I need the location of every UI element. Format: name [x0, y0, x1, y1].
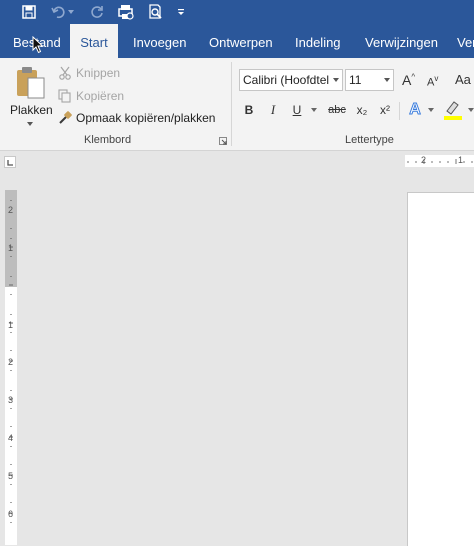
- superscript-button[interactable]: x²: [376, 100, 394, 120]
- format-painter-icon: [59, 111, 72, 124]
- font-separator: [399, 102, 400, 120]
- left-tab-icon: [7, 160, 13, 166]
- font-size-value: 11: [349, 73, 362, 87]
- group-separator: [231, 62, 232, 146]
- tab-verzendlijsten[interactable]: Ver: [457, 24, 474, 58]
- vruler-label: 2: [8, 205, 14, 215]
- italic-button[interactable]: I: [265, 100, 281, 120]
- font-name-combo[interactable]: Calibri (Hoofdtel: [239, 69, 343, 91]
- redo-icon[interactable]: [86, 2, 108, 22]
- copy-icon: [58, 89, 71, 103]
- highlight-dropdown-icon[interactable]: [468, 108, 474, 112]
- font-name-dropdown-icon[interactable]: [333, 78, 339, 82]
- font-size-dropdown-icon[interactable]: [384, 78, 390, 82]
- horizontal-ruler[interactable]: 2 1: [405, 155, 474, 167]
- vruler-label: 4: [8, 433, 14, 443]
- vruler-label: 1: [8, 320, 14, 330]
- text-effects-dropdown-icon[interactable]: [428, 108, 434, 112]
- grow-font-button[interactable]: A^: [402, 72, 415, 88]
- paste-button[interactable]: Plakken: [6, 62, 54, 128]
- underline-dropdown-icon[interactable]: [311, 108, 317, 112]
- vertical-ruler[interactable]: 2 1 1 2 3 4 5 6: [5, 190, 17, 545]
- customize-qat-icon[interactable]: [174, 2, 188, 22]
- grow-font-label: A: [402, 72, 412, 88]
- bold-button[interactable]: B: [241, 100, 257, 120]
- vruler-label: 3: [8, 395, 14, 405]
- font-group-label: Lettertype: [345, 134, 394, 146]
- format-painter-label: Opmaak kopiëren/plakken: [76, 111, 216, 125]
- ribbon-tabs: Bestand Start Invoegen Ontwerpen Indelin…: [0, 24, 474, 58]
- tab-ontwerpen[interactable]: Ontwerpen: [209, 24, 273, 58]
- copy-label: Kopiëren: [76, 89, 125, 103]
- text-effects-button[interactable]: A: [406, 100, 424, 120]
- subscript-button[interactable]: x₂: [353, 100, 371, 120]
- undo-dropdown-icon[interactable]: [66, 2, 76, 22]
- underline-button[interactable]: U: [289, 100, 305, 120]
- copy-button[interactable]: Kopiëren: [57, 87, 157, 105]
- vruler-label: 2: [8, 357, 14, 367]
- change-case-button[interactable]: Aa: [455, 72, 471, 87]
- ribbon: Plakken Knippen Kopiëren Opmaak kopiëren…: [0, 58, 474, 151]
- paste-label: Plakken: [10, 103, 53, 117]
- font-size-combo[interactable]: 11: [345, 69, 394, 91]
- vruler-label: 5: [8, 471, 14, 481]
- paste-clipboard-icon: [17, 67, 45, 99]
- tab-invoegen[interactable]: Invoegen: [133, 24, 187, 58]
- tab-start[interactable]: Start: [70, 24, 118, 58]
- hruler-label-1: 1: [458, 155, 464, 165]
- tab-verwijzingen[interactable]: Verwijzingen: [365, 24, 438, 58]
- shrink-font-button[interactable]: Av: [427, 74, 438, 89]
- cut-label: Knippen: [76, 66, 121, 80]
- highlighter-icon: [444, 101, 462, 120]
- scissors-icon: [59, 66, 71, 80]
- hruler-label-2: 2: [421, 155, 427, 165]
- clipboard-launcher-icon[interactable]: [219, 137, 227, 145]
- strikethrough-button[interactable]: abc: [326, 100, 348, 120]
- font-name-value: Calibri (Hoofdtel: [243, 73, 330, 87]
- tab-stop-selector[interactable]: [4, 156, 16, 168]
- horizontal-ruler-ticks: [407, 159, 473, 164]
- save-icon[interactable]: [18, 2, 40, 22]
- print-preview-icon[interactable]: [115, 2, 137, 22]
- paste-dropdown-icon: [27, 122, 33, 126]
- document-page[interactable]: [407, 192, 474, 546]
- cut-button[interactable]: Knippen: [57, 64, 157, 82]
- clipboard-group-label: Klembord: [84, 134, 132, 146]
- vruler-label: 1: [8, 243, 14, 253]
- vruler-label: 6: [8, 509, 14, 519]
- quick-access-toolbar: [0, 0, 474, 24]
- tab-indeling[interactable]: Indeling: [295, 24, 341, 58]
- mouse-cursor-icon: [32, 36, 44, 54]
- format-painter-button[interactable]: Opmaak kopiëren/plakken: [57, 109, 222, 127]
- search-document-icon[interactable]: [145, 2, 167, 22]
- highlight-button[interactable]: [444, 100, 466, 122]
